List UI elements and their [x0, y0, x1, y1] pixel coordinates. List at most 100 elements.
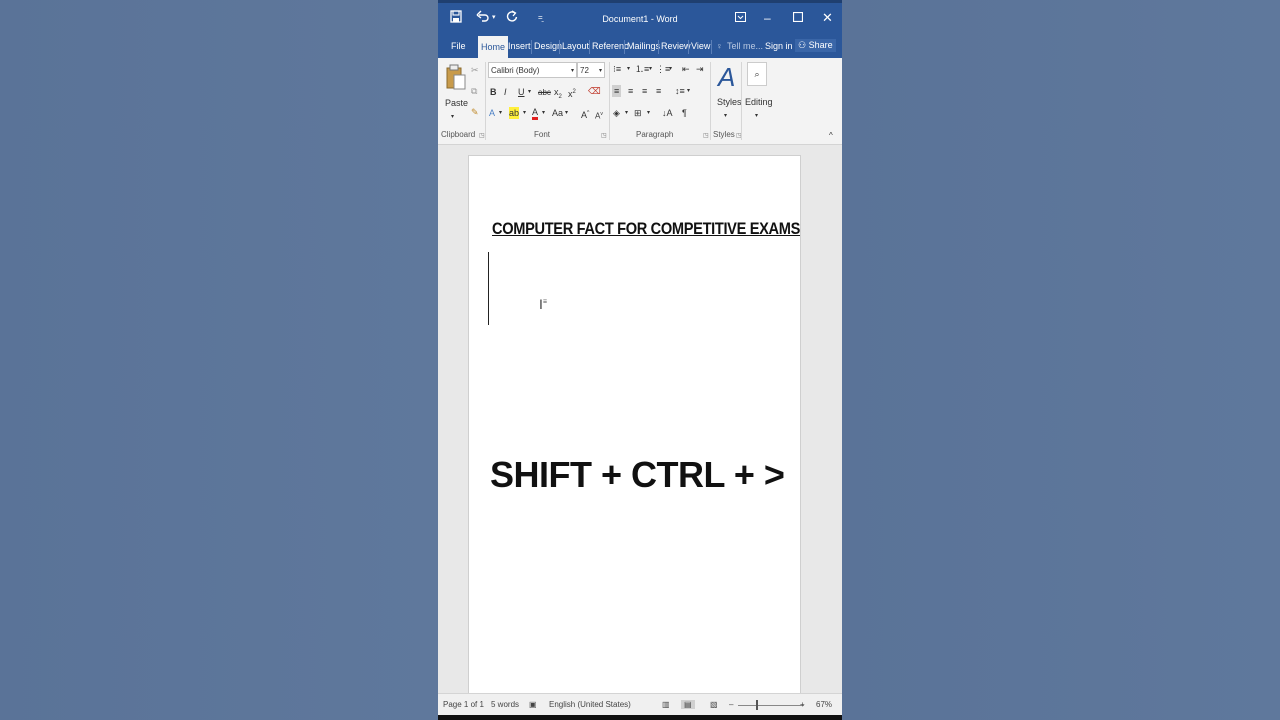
collapse-ribbon-icon[interactable]: ^ — [829, 130, 833, 142]
paste-icon[interactable] — [446, 64, 466, 93]
zoom-level[interactable]: 67% — [816, 700, 832, 709]
paste-button[interactable]: Paste — [445, 97, 468, 109]
shortcut-overlay-text: SHIFT + CTRL + > — [490, 454, 785, 495]
numbering-dropdown-icon[interactable]: ▾ — [649, 63, 652, 75]
paste-dropdown-icon[interactable]: ▾ — [451, 111, 454, 123]
justify-icon[interactable]: ≡ — [656, 85, 661, 97]
text-effects-dropdown-icon[interactable]: ▾ — [499, 107, 502, 119]
close-icon[interactable]: ✕ — [822, 9, 833, 27]
tab-design[interactable]: Design — [534, 41, 562, 51]
ribbon-display-icon[interactable] — [735, 9, 746, 27]
text-effects-icon[interactable]: A — [489, 107, 495, 119]
highlight-icon[interactable]: ab — [509, 107, 520, 119]
document-heading: COMPUTER FACT FOR COMPETITIVE EXAMS — [492, 219, 800, 238]
tab-file[interactable]: File — [451, 41, 466, 51]
decrease-indent-icon[interactable]: ⇤ — [682, 63, 690, 75]
font-color-dropdown-icon[interactable]: ▾ — [542, 107, 545, 119]
show-formatting-icon[interactable]: ¶ — [682, 107, 687, 119]
tab-view[interactable]: View — [691, 41, 710, 51]
tab-insert[interactable]: Insert — [508, 41, 531, 51]
zoom-out-icon[interactable]: – — [729, 700, 733, 709]
tell-me-box[interactable]: Tell me... — [727, 41, 763, 51]
font-launcher-icon[interactable]: ◳ — [601, 132, 607, 139]
font-size-box[interactable]: 72 ▾ — [577, 62, 605, 78]
align-left-icon[interactable]: ≡ — [612, 85, 622, 97]
styles-icon[interactable]: A — [718, 62, 735, 92]
font-size-value: 72 — [580, 66, 589, 75]
align-right-icon[interactable]: ≡ — [642, 85, 647, 97]
change-case-dropdown-icon[interactable]: ▾ — [565, 107, 568, 119]
tab-home[interactable]: Home — [478, 36, 509, 58]
ibeam-cursor-icon: I≡ — [539, 296, 547, 312]
sort-icon[interactable]: ↓A — [662, 107, 673, 119]
minimize-icon[interactable]: – — [764, 9, 771, 27]
search-icon[interactable]: ⌕ — [747, 62, 767, 86]
zoom-slider-track[interactable] — [738, 705, 804, 706]
tab-layout[interactable]: Layout — [562, 41, 589, 51]
print-layout-icon[interactable]: ▤ — [681, 700, 695, 709]
document-page[interactable]: COMPUTER FACT FOR COMPETITIVE EXAMS I≡ S… — [468, 155, 801, 703]
superscript-icon[interactable]: x2 — [568, 86, 576, 100]
bold-icon[interactable]: B — [490, 86, 497, 98]
clear-formatting-icon[interactable]: ⌫ — [588, 85, 601, 97]
lightbulb-icon: ♀ — [716, 41, 723, 51]
background-right — [842, 0, 1280, 720]
grow-font-icon[interactable]: A^ — [581, 107, 589, 121]
word-window: ▾ =̱ Document1 - Word – ✕ File Home Inse… — [438, 0, 842, 720]
bullets-icon[interactable]: ⁝≡ — [613, 63, 621, 75]
italic-icon[interactable]: I — [504, 86, 507, 98]
zoom-in-icon[interactable]: + — [800, 700, 805, 709]
paragraph-launcher-icon[interactable]: ◳ — [703, 132, 709, 139]
cut-icon[interactable]: ✂ — [471, 64, 479, 76]
word-count[interactable]: 5 words — [491, 700, 519, 709]
document-title: Document1 - Word — [602, 14, 678, 24]
numbering-icon[interactable]: ⒈≡ — [635, 63, 649, 75]
taskbar-edge — [438, 715, 842, 720]
font-size-dropdown-icon[interactable]: ▾ — [599, 63, 602, 79]
share-button[interactable]: ⚇ Share — [795, 39, 836, 52]
format-painter-icon[interactable]: ✎ — [471, 106, 479, 118]
styles-button[interactable]: Styles — [717, 96, 742, 108]
strikethrough-icon[interactable]: abc — [538, 87, 551, 99]
change-case-icon[interactable]: Aa — [552, 107, 563, 119]
tab-mailings[interactable]: Mailings — [627, 41, 660, 51]
underline-dropdown-icon[interactable]: ▾ — [528, 86, 531, 98]
borders-icon[interactable]: ⊞ — [634, 107, 642, 119]
sign-in-link[interactable]: Sign in — [765, 41, 793, 51]
maximize-icon[interactable] — [792, 9, 804, 27]
shading-dropdown-icon[interactable]: ▾ — [625, 107, 628, 119]
highlight-dropdown-icon[interactable]: ▾ — [523, 107, 526, 119]
clipboard-launcher-icon[interactable]: ◳ — [479, 132, 485, 139]
styles-dropdown-icon[interactable]: ▾ — [724, 110, 727, 122]
font-group-label: Font — [534, 130, 551, 139]
web-layout-icon[interactable]: ▧ — [710, 700, 718, 709]
read-mode-icon[interactable]: ▥ — [662, 700, 670, 709]
line-spacing-icon[interactable]: ↕≡ — [675, 85, 685, 97]
bullets-dropdown-icon[interactable]: ▾ — [627, 63, 630, 75]
font-name-dropdown-icon[interactable]: ▾ — [571, 63, 574, 79]
subscript-icon[interactable]: x2 — [554, 86, 562, 103]
shading-icon[interactable]: ◈ — [613, 107, 620, 119]
tab-separator — [624, 40, 625, 54]
borders-dropdown-icon[interactable]: ▾ — [647, 107, 650, 119]
tab-review[interactable]: Review — [661, 41, 691, 51]
font-color-icon[interactable]: A — [532, 107, 539, 120]
background-left — [0, 0, 438, 720]
line-spacing-dropdown-icon[interactable]: ▾ — [687, 85, 690, 97]
group-divider — [609, 62, 610, 140]
increase-indent-icon[interactable]: ⇥ — [696, 63, 704, 75]
proofing-icon[interactable]: ▣ — [529, 700, 537, 709]
share-label: Share — [808, 40, 833, 50]
text-caret — [488, 252, 489, 325]
copy-icon[interactable]: ⧉ — [471, 85, 477, 97]
editing-dropdown-icon[interactable]: ▾ — [755, 110, 758, 122]
language-indicator[interactable]: English (United States) — [549, 700, 631, 709]
editing-button[interactable]: Editing — [745, 96, 773, 108]
page-count[interactable]: Page 1 of 1 — [443, 700, 484, 709]
zoom-slider-thumb[interactable] — [756, 700, 758, 710]
font-name-box[interactable]: Calibri (Body) ▾ — [488, 62, 577, 78]
shrink-font-icon[interactable]: Av — [595, 108, 603, 123]
underline-icon[interactable]: U — [518, 86, 525, 98]
multilevel-dropdown-icon[interactable]: ▾ — [669, 63, 672, 75]
align-center-icon[interactable]: ≡ — [628, 85, 633, 97]
